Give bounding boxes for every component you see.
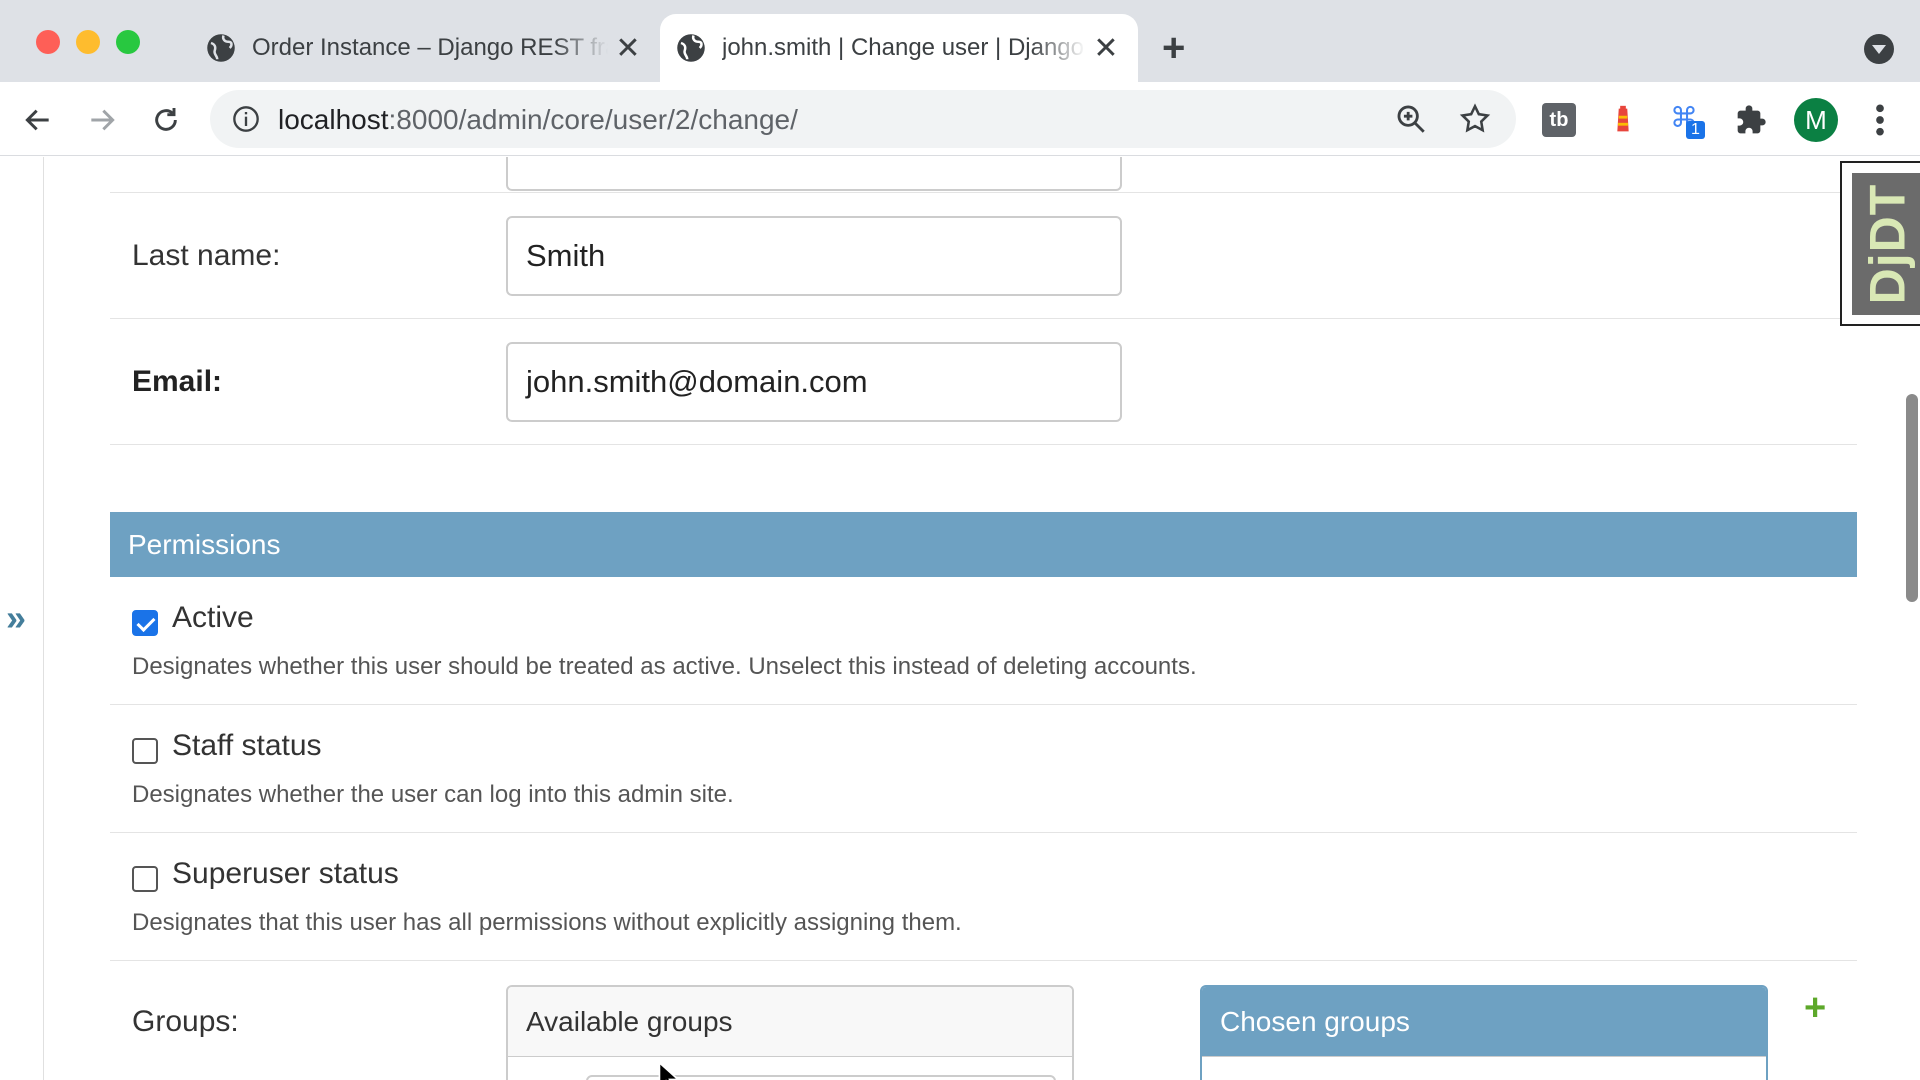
browser-toolbar: localhost:8000/admin/core/user/2/change/… [0,82,1920,156]
tab-order-instance[interactable]: Order Instance – Django REST framework ✕ [190,14,660,82]
back-button[interactable] [18,100,58,140]
active-checkbox[interactable] [132,610,158,636]
more-menu-icon[interactable] [1870,100,1890,140]
bookmark-star-icon[interactable] [1458,102,1492,136]
tab-title: Order Instance – Django REST framework [252,34,608,61]
first-name-field[interactable] [506,157,1122,191]
mouse-pointer-icon [658,1060,680,1080]
reload-icon [155,108,177,131]
active-help-text: Designates whether this user should be t… [132,653,1197,680]
window-zoom-button[interactable] [116,30,140,54]
extensions-button[interactable] [1731,100,1771,140]
form-row-superuser-status: Superuser status Designates that this us… [110,833,1857,961]
reload-button[interactable] [146,100,186,140]
arrow-left-icon [25,109,49,131]
new-tab-button[interactable]: + [1162,26,1185,70]
email-label: Email: [132,365,223,398]
permissions-section-header: Permissions [110,512,1857,577]
extension-badge: 1 [1686,121,1705,139]
close-tab-icon[interactable]: ✕ [1086,31,1126,66]
groups-label: Groups: [132,1005,239,1038]
form-row-email: Email: john.smith@domain.com [110,319,1857,445]
tab-title: john.smith | Change user | Django site a… [722,34,1086,61]
form-row-active: Active Designates whether this user shou… [110,577,1857,705]
add-group-plus-icon[interactable]: + [1804,987,1826,1030]
chosen-groups-title: Chosen groups [1202,987,1766,1057]
zoom-icon[interactable] [1394,102,1428,136]
arrow-right-icon [91,109,115,131]
profile-avatar[interactable]: M [1794,98,1838,142]
lighthouse-extension-icon[interactable] [1603,100,1643,140]
available-groups-box: Available groups [506,985,1074,1080]
forward-button[interactable] [82,100,122,140]
url-text[interactable]: localhost:8000/admin/core/user/2/change/ [278,104,798,136]
close-tab-icon[interactable]: ✕ [608,31,648,66]
email-field[interactable]: john.smith@domain.com [506,342,1122,422]
nav-sidebar-collapsed: » [0,157,44,1080]
superuser-status-help-text: Designates that this user has all permis… [132,909,962,936]
django-debug-toolbar-handle[interactable]: DjDT [1840,161,1920,326]
djdt-label: DjDT [1859,183,1915,305]
djdt-logo: DjDT [1852,173,1920,315]
form-row-first-name [110,157,1857,193]
available-groups-title: Available groups [508,987,1072,1057]
admin-page: » Last name: Smith Email: john.smith@dom… [0,157,1920,1080]
url-host: localhost [278,104,389,135]
address-bar[interactable]: localhost:8000/admin/core/user/2/change/ [210,90,1516,148]
last-name-label: Last name: [132,239,281,272]
chosen-groups-box: Chosen groups [1200,985,1768,1080]
shortcut-extension-icon[interactable]: ⌘ 1 [1667,100,1707,140]
window-minimize-button[interactable] [76,30,100,54]
form-row-staff-status: Staff status Designates whether the user… [110,705,1857,833]
toggle-nav-sidebar-button[interactable]: » [6,597,26,639]
info-icon[interactable] [232,105,260,133]
staff-status-help-text: Designates whether the user can log into… [132,781,734,808]
tab-search-chevron-icon[interactable] [1864,34,1894,64]
active-label[interactable]: Active [172,601,254,635]
globe-icon [207,34,235,62]
tb-extension-icon[interactable]: tb [1539,100,1579,140]
form-row-last-name: Last name: Smith [110,193,1857,319]
page-scrollbar-thumb[interactable] [1906,394,1918,602]
globe-icon [677,34,705,62]
last-name-field[interactable]: Smith [506,216,1122,296]
puzzle-icon [1737,105,1766,134]
superuser-status-label[interactable]: Superuser status [172,857,399,891]
superuser-status-checkbox[interactable] [132,866,158,892]
lighthouse-icon [1617,105,1629,132]
staff-status-label[interactable]: Staff status [172,729,322,763]
url-path: :8000/admin/core/user/2/change/ [388,104,798,135]
window-close-button[interactable] [36,30,60,54]
browser-tab-strip: Order Instance – Django REST framework ✕… [0,0,1920,82]
available-groups-filter-input[interactable] [586,1075,1056,1080]
tab-change-user[interactable]: john.smith | Change user | Django site a… [660,14,1138,82]
staff-status-checkbox[interactable] [132,738,158,764]
